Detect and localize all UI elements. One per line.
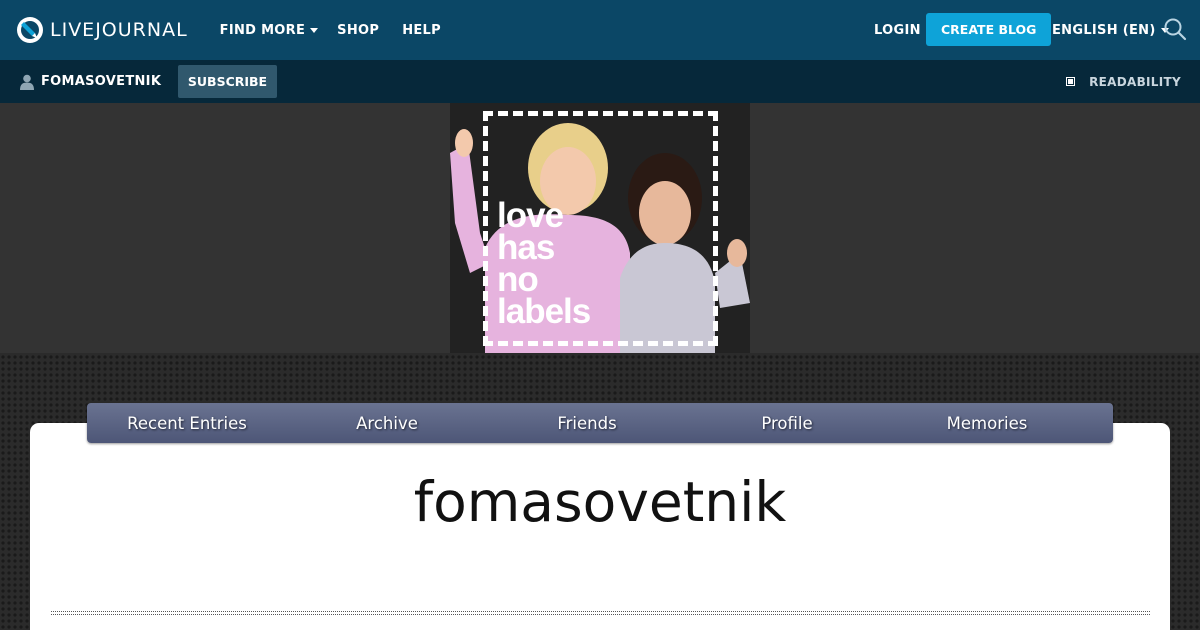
banner-slogan-line: labels (497, 292, 591, 331)
tab-friends[interactable]: Friends (487, 414, 687, 433)
username: FOMASOVETNIK (41, 74, 162, 89)
language-selector[interactable]: ENGLISH (EN) (1052, 0, 1169, 60)
login-link[interactable]: LOGIN (874, 0, 921, 60)
readability-checkbox[interactable] (1066, 77, 1076, 86)
livejournal-logo[interactable]: LIVEJOURNAL (16, 0, 188, 60)
livejournal-logo-icon (17, 17, 43, 43)
header-banner-image: love has no labels (450, 103, 750, 353)
nav-shop[interactable]: SHOP (337, 0, 379, 60)
nav-help[interactable]: HELP (402, 0, 441, 60)
subscribe-button[interactable]: SUBSCRIBE (178, 65, 277, 98)
readability-toggle[interactable]: READABILITY (1066, 60, 1181, 103)
tab-profile[interactable]: Profile (687, 414, 887, 433)
top-navigation-bar: LIVEJOURNAL FIND MORE SHOP HELP LOGIN CR… (0, 0, 1200, 60)
chevron-down-icon (310, 27, 319, 33)
journal-tabs: Recent Entries Archive Friends Profile M… (87, 403, 1113, 443)
tab-archive[interactable]: Archive (287, 414, 487, 433)
logo-text: LIVEJOURNAL (50, 19, 188, 41)
banner-slogan: love has no labels (497, 198, 591, 331)
language-label: ENGLISH (EN) (1052, 22, 1156, 38)
tab-recent-entries[interactable]: Recent Entries (87, 414, 287, 433)
readability-label: READABILITY (1089, 74, 1181, 89)
title-divider (51, 611, 1150, 615)
subscribe-label: SUBSCRIBE (187, 74, 268, 89)
nav-find-more[interactable]: FIND MORE (220, 0, 319, 60)
create-blog-label: CREATE BLOG (941, 22, 1037, 37)
login-label: LOGIN (874, 22, 921, 38)
user-icon (20, 74, 34, 90)
nav-help-label: HELP (402, 22, 441, 38)
nav-shop-label: SHOP (337, 22, 380, 38)
journal-subbar: FOMASOVETNIK SUBSCRIBE READABILITY (0, 60, 1200, 103)
tab-memories[interactable]: Memories (887, 414, 1087, 433)
search-icon[interactable] (1163, 17, 1187, 41)
create-blog-button[interactable]: CREATE BLOG (926, 13, 1052, 46)
nav-find-more-label: FIND MORE (219, 22, 306, 38)
journal-title: fomasovetnik (413, 470, 787, 534)
user-link[interactable]: FOMASOVETNIK (20, 74, 161, 90)
journal-header: love has no labels (0, 103, 1200, 353)
